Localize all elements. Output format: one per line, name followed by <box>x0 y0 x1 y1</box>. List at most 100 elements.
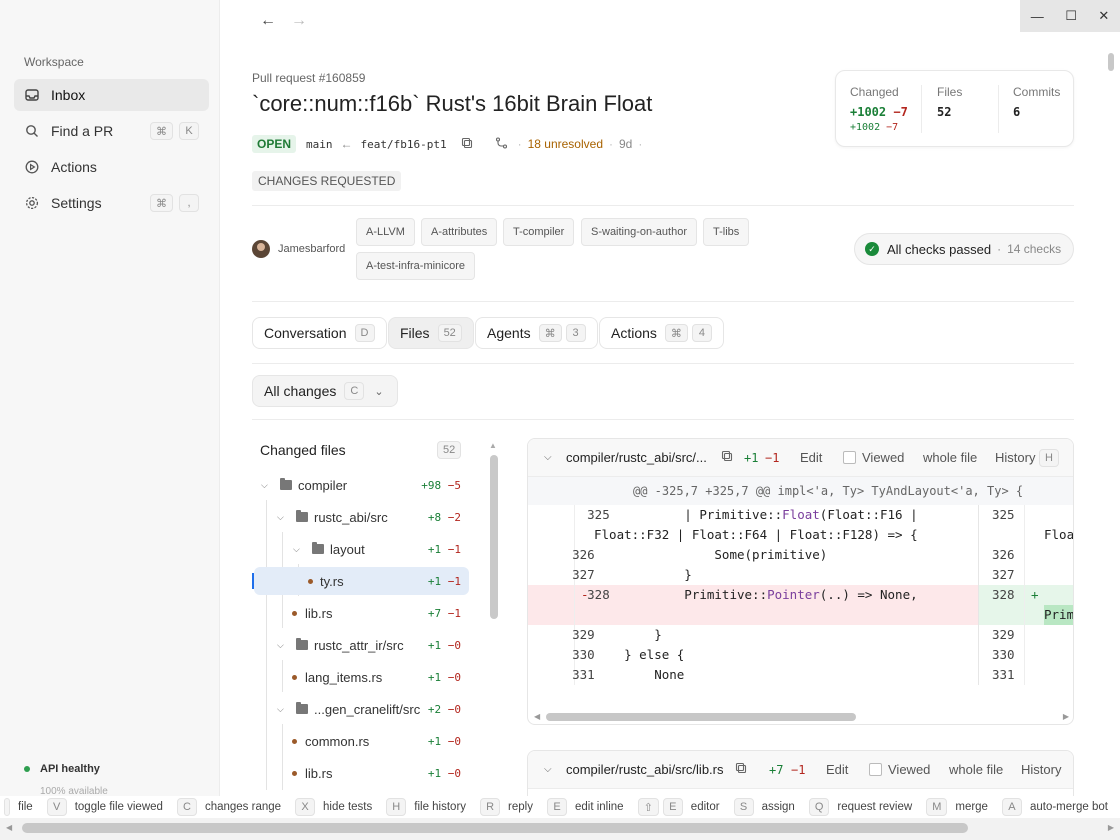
code-line: | Primitive::Float(Float::F16 | <box>594 507 918 522</box>
tree-item-name: ty.rs <box>320 573 344 589</box>
select-label: All changes <box>264 383 337 399</box>
tree-item-diffstat: +2 −0 <box>427 702 461 716</box>
tree-file[interactable]: lib.rs +1 −0 <box>252 759 469 787</box>
stat-files: Files 52 <box>937 85 962 119</box>
diff-file-path[interactable]: compiler/rustc_abi/src/lib.rs <box>566 762 724 777</box>
minimize-button[interactable]: — <box>1031 9 1044 24</box>
maximize-button[interactable]: ☐ <box>1065 8 1077 24</box>
tree-folder[interactable]: ⌵ compiler +98 −5 <box>252 471 469 499</box>
play-icon <box>24 159 40 175</box>
shortcut-item: Xhide tests <box>295 798 372 816</box>
shortcut-key: M <box>926 798 948 816</box>
forward-arrow-icon[interactable]: → <box>291 12 307 30</box>
horizontal-scrollbar-track[interactable]: ◀ ▶ <box>0 818 1120 840</box>
sidebar-item-label: Inbox <box>51 87 86 103</box>
tab-agents[interactable]: Agents ⌘ 3 <box>475 317 598 349</box>
diff-line: 325 | Primitive::Float(Float::F16 | 325 … <box>528 505 1073 545</box>
tree-file[interactable]: lib.rs +7 −1 <box>252 599 469 627</box>
copy-icon[interactable] <box>721 450 733 465</box>
viewed-checkbox[interactable] <box>843 451 856 464</box>
tree-folder[interactable]: ⌵ rustc_abi/src +8 −2 <box>252 503 469 531</box>
tab-label: Agents <box>487 325 531 341</box>
horizontal-scrollbar-thumb[interactable] <box>22 823 968 833</box>
edit-button[interactable]: Edit <box>800 450 822 465</box>
page-scrollbar[interactable] <box>1108 53 1114 71</box>
copy-icon[interactable] <box>461 137 473 152</box>
sidebar-item-inbox[interactable]: Inbox <box>14 79 209 111</box>
diff-file-card: ⌵ compiler/rustc_abi/src/lib.rs +7 −1 Ed… <box>527 750 1074 800</box>
label-a-llvm[interactable]: A-LLVM <box>356 218 415 246</box>
diff-file-header: ⌵ compiler/rustc_abi/src/... +1 −1 Edit … <box>528 439 1073 477</box>
tree-file-selected[interactable]: ty.rs +1 −1 <box>254 567 469 595</box>
tree-folder[interactable]: ⌵ ...gen_cranelift/src +2 −0 <box>252 695 469 723</box>
copy-icon[interactable] <box>735 762 747 777</box>
tree-item-name: layout <box>330 541 365 557</box>
workspace-label: Workspace <box>24 55 84 69</box>
review-status-badge: CHANGES REQUESTED <box>252 171 402 191</box>
label-t-compiler[interactable]: T-compiler <box>503 218 575 246</box>
branch-icon[interactable] <box>495 136 508 152</box>
file-dot-icon <box>292 610 297 616</box>
tree-item-diffstat: +1 −0 <box>427 638 461 652</box>
tree-folder[interactable]: ⌵ layout +1 −1 <box>252 535 469 563</box>
tree-file[interactable]: common.rs +1 −0 <box>252 727 469 755</box>
shortcut-keys: ⌘ , <box>150 194 199 212</box>
tree-item-name: ...gen_cranelift/src <box>314 701 421 717</box>
select-key: C <box>344 382 365 400</box>
edit-button[interactable]: Edit <box>826 762 848 777</box>
folder-icon <box>280 478 292 490</box>
scroll-right-icon[interactable]: ▶ <box>1108 823 1114 832</box>
unresolved-count[interactable]: 18 unresolved <box>528 137 603 151</box>
scroll-right-icon[interactable]: ▶ <box>1063 712 1069 721</box>
avatar <box>252 240 270 258</box>
hunk-header[interactable]: @@ -325,7 +325,7 @@ impl<'a, Ty> TyAndLa… <box>528 477 1073 505</box>
scroll-left-icon[interactable]: ◀ <box>6 823 12 832</box>
sidebar-item-actions[interactable]: Actions <box>14 151 209 183</box>
diff-deletions: −1 <box>765 450 780 465</box>
tree-item-diffstat: +1 −0 <box>427 766 461 780</box>
tree-folder[interactable]: ⌵ rustc_attr_ir/src +1 −0 <box>252 631 469 659</box>
file-tree-scrollbar[interactable] <box>490 455 498 619</box>
scroll-left-icon[interactable]: ◀ <box>534 712 540 721</box>
shortcut-key: E <box>662 798 683 816</box>
key-k: K <box>179 122 199 140</box>
diff-horizontal-scrollbar[interactable] <box>546 713 856 721</box>
sidebar: Workspace Inbox Find a PR ⌘ K Actions Se… <box>0 0 220 840</box>
sidebar-item-settings[interactable]: Settings ⌘ , <box>14 187 209 219</box>
shortcut-item: Hfile history <box>386 798 466 816</box>
history-button[interactable]: History <box>995 450 1035 465</box>
close-button[interactable]: ✕ <box>1098 8 1109 24</box>
checks-count: 14 checks <box>1007 242 1062 256</box>
chevron-down-icon[interactable]: ⌵ <box>544 764 552 775</box>
label-a-test-infra-minicore[interactable]: A-test-infra-minicore <box>356 252 476 280</box>
viewed-checkbox[interactable] <box>869 763 882 776</box>
whole-file-button[interactable]: whole file <box>923 450 977 465</box>
whole-file-button[interactable]: whole file <box>949 762 1003 777</box>
chevron-down-icon: ⌵ <box>277 639 284 650</box>
tree-item-diffstat: +1 −0 <box>427 670 461 684</box>
tree-file[interactable]: lang_items.rs +1 −0 <box>252 663 469 691</box>
label-s-waiting-on-author[interactable]: S-waiting-on-author <box>581 218 697 246</box>
api-status: API healthy <box>24 763 100 775</box>
chevron-down-icon[interactable]: ⌵ <box>544 452 552 463</box>
shortcut-key: C <box>176 798 197 816</box>
line-number: 331 <box>992 667 1015 682</box>
tab-files[interactable]: Files 52 <box>388 317 474 349</box>
tab-conversation[interactable]: Conversation D <box>252 317 387 349</box>
tree-item-name: compiler <box>298 477 348 493</box>
diff-file-path[interactable]: compiler/rustc_abi/src/... <box>566 450 707 465</box>
tab-actions[interactable]: Actions ⌘ 4 <box>599 317 724 349</box>
label-t-libs[interactable]: T-libs <box>703 218 750 246</box>
checks-status[interactable]: ✓ All checks passed · 14 checks <box>854 233 1074 265</box>
shortcut-key: ⇧ <box>637 798 659 816</box>
shortcut-item: Aauto-merge bot <box>1001 798 1108 816</box>
status-dot-icon <box>24 766 30 772</box>
sidebar-item-find-pr[interactable]: Find a PR ⌘ K <box>14 115 209 147</box>
back-arrow-icon[interactable]: ← <box>260 12 276 30</box>
label-a-attributes[interactable]: A-attributes <box>421 218 498 246</box>
history-button[interactable]: History <box>1021 762 1061 777</box>
author-name: Jamesbarford <box>278 243 346 255</box>
scroll-up-icon[interactable]: ▲ <box>489 441 497 450</box>
author[interactable]: Jamesbarford <box>252 240 345 258</box>
changes-range-select[interactable]: All changes C ⌄ <box>252 375 398 407</box>
